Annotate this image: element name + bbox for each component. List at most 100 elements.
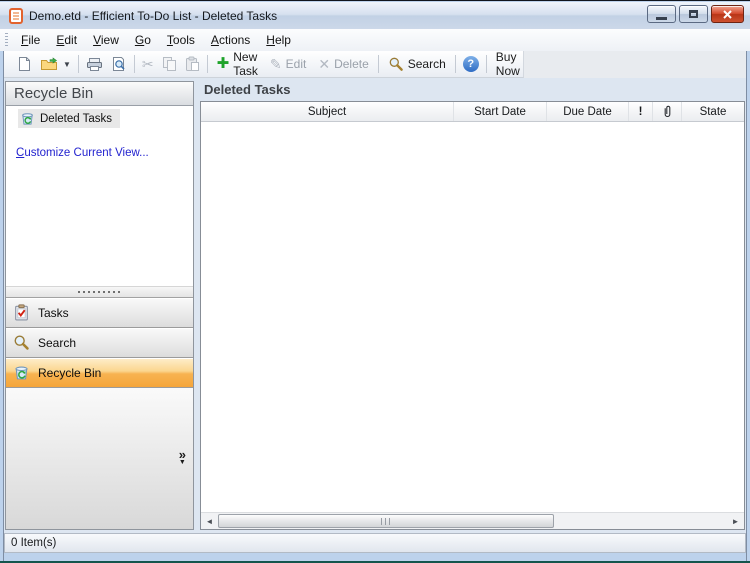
column-header-row: Subject Start Date Due Date ! State bbox=[201, 102, 744, 122]
app-icon bbox=[9, 7, 23, 24]
status-bar: 0 Item(s) bbox=[4, 533, 746, 553]
open-dropdown-arrow-icon[interactable]: ▼ bbox=[63, 60, 71, 69]
scrollbar-grip-icon bbox=[381, 517, 391, 525]
column-start-date[interactable]: Start Date bbox=[454, 102, 547, 121]
menu-view[interactable]: View bbox=[85, 30, 127, 50]
open-file-icon bbox=[41, 56, 58, 70]
menu-tools[interactable]: Tools bbox=[159, 30, 203, 50]
title-bar[interactable]: Demo.etd - Efficient To-Do List - Delete… bbox=[0, 2, 750, 29]
minimize-icon bbox=[656, 16, 667, 20]
folder-tree: Deleted Tasks Customize Current View... bbox=[6, 106, 193, 286]
delete-label: Delete bbox=[334, 57, 369, 71]
print-preview-icon bbox=[112, 57, 125, 71]
nav-button-search[interactable]: Search bbox=[6, 328, 193, 358]
new-task-button[interactable]: ✚ New Task bbox=[211, 48, 264, 80]
main-panel-title: Deleted Tasks bbox=[204, 82, 291, 97]
close-icon bbox=[723, 9, 732, 19]
search-button[interactable]: Search bbox=[382, 54, 452, 74]
scroll-right-button[interactable]: ► bbox=[727, 513, 744, 529]
edit-label: Edit bbox=[285, 57, 307, 71]
recycle-bin-icon bbox=[15, 366, 28, 380]
print-preview-button[interactable] bbox=[107, 54, 131, 74]
paste-button bbox=[181, 54, 204, 74]
item-count-label: 0 Item(s) bbox=[11, 537, 57, 549]
open-file-button[interactable]: ▼ bbox=[36, 55, 75, 74]
menu-edit[interactable]: Edit bbox=[48, 30, 85, 50]
buy-now-label: Buy Now bbox=[495, 50, 520, 78]
search-magnifier-icon bbox=[389, 57, 403, 71]
nav-footer: » ▼ bbox=[6, 388, 193, 529]
nav-options-button[interactable]: » ▼ bbox=[179, 448, 186, 467]
nav-splitter-handle[interactable] bbox=[6, 286, 193, 298]
toolbar-band: ▼ ✂ ✚ New Task ✎ Edit ✕ Delete Search ? … bbox=[4, 48, 526, 80]
minimize-button[interactable] bbox=[647, 5, 676, 23]
toolbar: ▼ ✂ ✚ New Task ✎ Edit ✕ Delete Search ? … bbox=[4, 48, 746, 80]
paperclip-icon bbox=[664, 105, 670, 118]
toolbar-separator bbox=[133, 55, 135, 73]
toolbar-separator bbox=[377, 55, 379, 73]
menu-file[interactable]: File bbox=[13, 30, 48, 50]
column-due-date[interactable]: Due Date bbox=[547, 102, 629, 121]
sidebar-header: Recycle Bin bbox=[6, 82, 193, 106]
menu-actions[interactable]: Actions bbox=[203, 30, 258, 50]
column-priority[interactable]: ! bbox=[629, 102, 653, 121]
menubar-grip[interactable] bbox=[5, 33, 8, 47]
nav-button-recycle-bin[interactable]: Recycle Bin bbox=[6, 358, 193, 388]
tasks-icon bbox=[15, 304, 28, 321]
tree-item-deleted-tasks[interactable]: Deleted Tasks bbox=[18, 109, 121, 128]
scroll-left-button[interactable]: ◄ bbox=[201, 513, 218, 529]
cut-icon: ✂ bbox=[141, 56, 154, 72]
toolbar-separator bbox=[454, 55, 456, 73]
close-button[interactable] bbox=[711, 5, 744, 23]
edit-pencil-icon: ✎ bbox=[269, 56, 282, 72]
paste-icon bbox=[185, 56, 199, 71]
help-icon: ? bbox=[462, 56, 479, 72]
recycle-bin-icon bbox=[22, 113, 33, 125]
new-task-plus-icon: ✚ bbox=[216, 55, 230, 72]
menu-bar: File Edit View Go Tools Actions Help bbox=[0, 29, 750, 51]
search-icon bbox=[14, 335, 29, 350]
print-icon bbox=[86, 57, 102, 71]
scrollbar-track[interactable] bbox=[218, 513, 727, 529]
column-attachment[interactable] bbox=[653, 102, 682, 121]
horizontal-scrollbar: ◄ ► bbox=[201, 512, 744, 529]
window-border-right bbox=[746, 29, 747, 561]
client-area: Recycle Bin Deleted Tasks Customize Curr bbox=[4, 78, 746, 553]
print-button[interactable] bbox=[82, 55, 107, 74]
toolbar-separator bbox=[206, 55, 208, 73]
menu-help[interactable]: Help bbox=[258, 30, 299, 50]
delete-x-icon: ✕ bbox=[318, 56, 331, 72]
tree-row: Deleted Tasks bbox=[6, 109, 193, 131]
nav-button-tasks[interactable]: Tasks bbox=[6, 298, 193, 328]
tree-item-label: Deleted Tasks bbox=[40, 112, 113, 125]
help-button[interactable]: ? bbox=[459, 54, 483, 74]
sidebar: Recycle Bin Deleted Tasks Customize Curr bbox=[5, 81, 194, 530]
new-document-icon bbox=[19, 57, 30, 71]
column-state[interactable]: State bbox=[682, 102, 744, 121]
toolbar-separator bbox=[485, 55, 487, 73]
customize-current-view-link[interactable]: Customize Current View... bbox=[16, 147, 149, 159]
main-panel: Deleted Tasks Subject Start Date Due Dat… bbox=[200, 78, 745, 530]
menu-go[interactable]: Go bbox=[127, 30, 159, 50]
nav-tasks-label: Tasks bbox=[38, 305, 69, 320]
maximize-icon bbox=[689, 10, 698, 18]
app-window: Demo.etd - Efficient To-Do List - Delete… bbox=[0, 0, 750, 563]
toolbar-separator bbox=[77, 55, 79, 73]
search-label: Search bbox=[407, 57, 446, 71]
nav-search-label: Search bbox=[38, 335, 77, 350]
buy-now-button[interactable]: Buy Now bbox=[490, 48, 526, 80]
new-task-label: New Task bbox=[233, 50, 258, 78]
delete-task-button: ✕ Delete bbox=[312, 55, 374, 73]
task-list-empty-body[interactable] bbox=[201, 122, 744, 512]
window-controls bbox=[647, 5, 744, 23]
window-title: Demo.etd - Efficient To-Do List - Delete… bbox=[29, 8, 278, 23]
scrollbar-thumb[interactable] bbox=[218, 514, 554, 528]
maximize-button[interactable] bbox=[679, 5, 708, 23]
column-subject[interactable]: Subject bbox=[201, 102, 454, 121]
task-list-view: Subject Start Date Due Date ! State ◄ ► bbox=[200, 101, 745, 530]
edit-task-button: ✎ Edit bbox=[264, 55, 312, 73]
splitter-dots-icon bbox=[77, 291, 122, 293]
nav-recycle-bin-label: Recycle Bin bbox=[38, 365, 102, 380]
new-file-button[interactable] bbox=[13, 54, 36, 74]
copy-icon bbox=[162, 57, 176, 71]
